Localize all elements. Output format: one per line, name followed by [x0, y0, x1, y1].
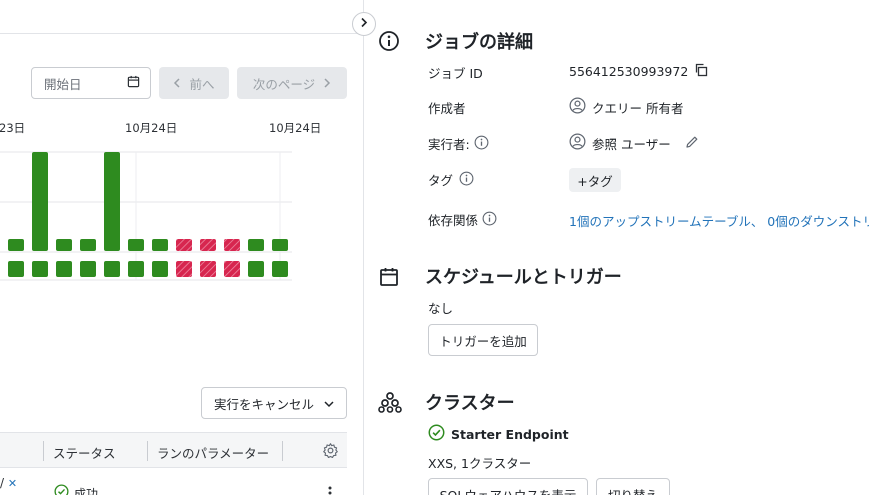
prev-page-label: 前へ: [189, 76, 215, 92]
start-date-input[interactable]: 開始日: [31, 67, 151, 99]
run-status-cell[interactable]: [152, 261, 168, 277]
chevron-right-icon: [360, 17, 368, 32]
status-text: 成功: [74, 486, 99, 495]
run-status-cell[interactable]: [56, 261, 72, 277]
row-text-fragment: / ✕: [0, 476, 18, 490]
chart-date-label: 10月24日: [125, 121, 178, 135]
switch-button[interactable]: 切り替え: [596, 478, 670, 495]
chart-date-label: 23日: [0, 121, 26, 135]
next-page-label: 次のページ: [252, 76, 316, 92]
run-duration-bar[interactable]: [8, 239, 24, 251]
run-duration-bar[interactable]: [152, 239, 168, 251]
run-duration-bar[interactable]: [128, 239, 144, 251]
collapse-panel-button[interactable]: [352, 12, 376, 36]
cluster-status: Starter Endpoint: [428, 424, 569, 444]
check-circle-icon: [54, 484, 69, 495]
prev-page-button[interactable]: 前へ: [159, 67, 229, 99]
run-duration-bar[interactable]: [80, 239, 96, 251]
run-status-cell[interactable]: [8, 261, 24, 277]
run-duration-bar[interactable]: [104, 152, 120, 251]
run-as-label: 実行者:: [428, 134, 489, 153]
column-separator[interactable]: [147, 441, 148, 461]
start-date-placeholder: 開始日: [44, 76, 82, 92]
job-details-title: ジョブの詳細: [425, 32, 533, 53]
gear-icon[interactable]: [322, 442, 339, 463]
job-id-label: ジョブ ID: [428, 66, 483, 81]
info-icon[interactable]: [474, 135, 489, 153]
column-header-params[interactable]: ランのパラメーター: [157, 443, 269, 462]
info-icon: [378, 30, 400, 56]
pencil-icon[interactable]: [685, 135, 699, 152]
run-as-value: 参照 ユーザー: [569, 133, 699, 153]
cancel-run-label: 実行をキャンセル: [213, 396, 314, 412]
job-id-value: 556412530993972: [569, 63, 708, 80]
run-status-cell[interactable]: [32, 261, 48, 277]
add-tag-button[interactable]: +タグ: [569, 168, 621, 192]
calendar-icon: [127, 75, 140, 92]
run-duration-bar[interactable]: [224, 239, 240, 251]
cluster-title: クラスター: [425, 393, 515, 414]
details-panel: ジョブの詳細 ジョブ ID 556412530993972 作成者 クエリー 所…: [364, 0, 869, 495]
column-separator[interactable]: [43, 441, 44, 461]
add-trigger-button[interactable]: トリガーを追加: [428, 324, 538, 356]
cluster-size: XXS, 1クラスター: [428, 456, 532, 471]
run-duration-bar[interactable]: [176, 239, 192, 251]
run-duration-bar[interactable]: [248, 239, 264, 251]
dependencies-link[interactable]: 1個のアップストリームテーブル、 0個のダウンストリーム: [569, 211, 869, 230]
run-duration-bar[interactable]: [200, 239, 216, 251]
creator-value: クエリー 所有者: [569, 97, 683, 117]
chart-bars: [8, 152, 288, 277]
run-status-cell[interactable]: [248, 261, 264, 277]
column-header-status[interactable]: ステータス: [53, 443, 116, 462]
run-history-chart: [0, 151, 292, 281]
chevron-left-icon: [173, 76, 181, 91]
run-status-cell[interactable]: [176, 261, 192, 277]
schedule-value: なし: [428, 301, 454, 316]
tags-label: タグ: [428, 170, 474, 189]
dependencies-label: 依存関係: [428, 210, 497, 229]
user-icon: [569, 97, 586, 117]
info-icon[interactable]: [482, 211, 497, 229]
next-page-button[interactable]: 次のページ: [237, 67, 347, 99]
schedule-title: スケジュールとトリガー: [425, 267, 622, 288]
calendar-icon: [378, 266, 400, 292]
copy-icon[interactable]: [694, 63, 708, 80]
run-duration-bar[interactable]: [272, 239, 288, 251]
chevron-down-icon: [324, 396, 334, 411]
run-duration-bar[interactable]: [32, 152, 48, 251]
creator-label: 作成者: [428, 101, 466, 116]
user-icon: [569, 133, 586, 153]
run-status-cell[interactable]: [104, 261, 120, 277]
cancel-run-button[interactable]: 実行をキャンセル: [201, 387, 347, 419]
runs-table-header: ステータス ランのパラメーター: [0, 432, 347, 468]
runs-panel: 開始日 前へ 次のページ 23日 10月24日 10月24日 実行をキャンセル …: [0, 0, 363, 495]
run-status-cell[interactable]: [128, 261, 144, 277]
chevron-right-icon: [323, 76, 331, 91]
column-separator[interactable]: [282, 441, 283, 461]
cluster-icon: [378, 391, 402, 417]
run-status-cell[interactable]: [80, 261, 96, 277]
run-status-cell[interactable]: [224, 261, 240, 277]
top-divider: [0, 33, 363, 34]
row-menu-icon[interactable]: [328, 486, 332, 495]
cluster-name: Starter Endpoint: [451, 426, 569, 442]
run-status-cell[interactable]: [272, 261, 288, 277]
run-status-cell[interactable]: [200, 261, 216, 277]
status-badge: 成功: [54, 484, 98, 495]
close-icon[interactable]: ✕: [8, 477, 17, 490]
run-duration-bar[interactable]: [56, 239, 72, 251]
view-sql-warehouse-button[interactable]: SQLウェアハウスを表示: [428, 478, 588, 495]
info-icon[interactable]: [459, 171, 474, 189]
chart-date-label: 10月24日: [269, 121, 322, 135]
check-circle-icon: [428, 424, 445, 444]
